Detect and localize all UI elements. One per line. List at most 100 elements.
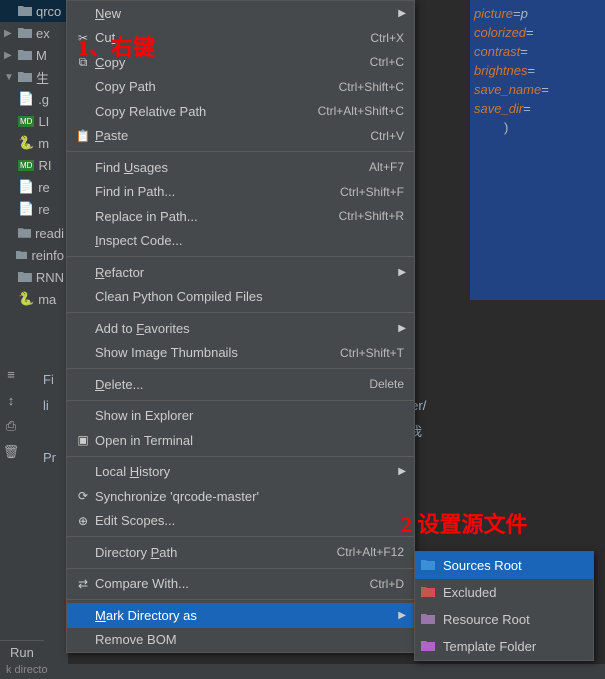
menu-item-replace-in-path[interactable]: Replace in Path... Ctrl+Shift+R — [67, 204, 414, 229]
menu-label: Synchronize 'qrcode-master' — [93, 489, 404, 504]
menu-label: Copy Relative Path — [93, 104, 318, 119]
menu-item-new[interactable]: New ▶ — [67, 1, 414, 26]
menu-icon: ⟳ — [73, 489, 93, 503]
menu-item-clean-python-compiled-files[interactable]: Clean Python Compiled Files — [67, 285, 414, 310]
menu-label: Clean Python Compiled Files — [93, 289, 404, 304]
run-tab[interactable]: Run — [0, 640, 44, 664]
shortcut: Delete — [369, 377, 404, 391]
code-paren: ) — [474, 118, 601, 137]
menu-item-remove-bom[interactable]: Remove BOM — [67, 628, 414, 653]
code-line: save_dir= — [474, 99, 601, 118]
menu-item-copy-path[interactable]: Copy Path Ctrl+Shift+C — [67, 75, 414, 100]
menu-item-compare-with[interactable]: ⇄ Compare With... Ctrl+D — [67, 572, 414, 597]
tree-item[interactable]: MDRI — [0, 154, 68, 176]
menu-item-find-usages[interactable]: Find Usages Alt+F7 — [67, 155, 414, 180]
submenu-item-resource-root[interactable]: Resource Root — [415, 606, 593, 633]
tree-item[interactable]: 🐍ma — [0, 288, 68, 310]
menu-item-open-in-terminal[interactable]: ▣ Open in Terminal — [67, 428, 414, 453]
tree-item[interactable]: RNN — [0, 266, 68, 288]
menu-label: Paste — [93, 128, 370, 143]
mark-directory-submenu[interactable]: Sources RootExcludedResource RootTemplat… — [414, 551, 594, 661]
tree-item[interactable]: 🐍m — [0, 132, 68, 154]
menu-item-add-to-favorites[interactable]: Add to Favorites ▶ — [67, 316, 414, 341]
submenu-arrow-icon: ▶ — [398, 466, 406, 477]
submenu-arrow-icon: ▶ — [398, 8, 406, 19]
menu-item-show-in-explorer[interactable]: Show in Explorer — [67, 404, 414, 429]
menu-item-copy-relative-path[interactable]: Copy Relative Path Ctrl+Alt+Shift+C — [67, 99, 414, 124]
tool-icon[interactable]: ⎙ — [1, 416, 21, 436]
menu-item-show-image-thumbnails[interactable]: Show Image Thumbnails Ctrl+Shift+T — [67, 341, 414, 366]
menu-label: Delete... — [93, 377, 369, 392]
submenu-arrow-icon: ▶ — [398, 610, 406, 621]
menu-label: Open in Terminal — [93, 433, 404, 448]
menu-item-synchronize-qrcode-master[interactable]: ⟳ Synchronize 'qrcode-master' — [67, 484, 414, 509]
gutter-toolbar: ≡ ↕ ⎙ 🗑 — [0, 360, 24, 466]
folder-icon — [421, 640, 437, 654]
tree-item[interactable]: MDLI — [0, 110, 68, 132]
tree-item[interactable]: qrco — [0, 0, 68, 22]
menu-label: Show in Explorer — [93, 408, 404, 423]
menu-item-directory-path[interactable]: Directory Path Ctrl+Alt+F12 — [67, 540, 414, 565]
menu-label: Local History — [93, 464, 404, 479]
submenu-item-excluded[interactable]: Excluded — [415, 579, 593, 606]
annotation-2: 2 设置源文件 — [401, 507, 528, 539]
menu-label: Refactor — [93, 265, 404, 280]
tree-item[interactable]: reinfo — [0, 244, 68, 266]
code-line: save_name= — [474, 80, 601, 99]
menu-item-mark-directory-as[interactable]: Mark Directory as ▶ — [67, 603, 414, 628]
menu-item-delete[interactable]: Delete... Delete — [67, 372, 414, 397]
tree-item[interactable]: ▶M — [0, 44, 68, 66]
menu-label: Mark Directory as — [93, 608, 404, 623]
menu-item-inspect-code[interactable]: Inspect Code... — [67, 229, 414, 254]
submenu-arrow-icon: ▶ — [398, 267, 406, 278]
submenu-item-sources-root[interactable]: Sources Root — [415, 552, 593, 579]
menu-item-find-in-path[interactable]: Find in Path... Ctrl+Shift+F — [67, 180, 414, 205]
shortcut: Ctrl+Alt+Shift+C — [318, 104, 404, 118]
shortcut: Ctrl+Shift+F — [340, 185, 404, 199]
shortcut: Ctrl+D — [370, 577, 404, 591]
menu-icon: 📋 — [73, 129, 93, 143]
tool-icon[interactable]: ≡ — [1, 364, 21, 384]
menu-label: Replace in Path... — [93, 209, 339, 224]
shortcut: Ctrl+Shift+C — [339, 80, 404, 94]
code-line: li — [43, 393, 56, 419]
tree-item[interactable]: ▶ex — [0, 22, 68, 44]
menu-label: Compare With... — [93, 576, 370, 591]
code-line: brightnes= — [474, 61, 601, 80]
menu-label: Find Usages — [93, 160, 369, 175]
code-line: Fi — [43, 367, 56, 393]
folder-icon — [421, 559, 437, 573]
menu-item-local-history[interactable]: Local History ▶ — [67, 460, 414, 485]
submenu-item-template-folder[interactable]: Template Folder — [415, 633, 593, 660]
tree-item[interactable]: readi — [0, 222, 68, 244]
shortcut: Alt+F7 — [369, 160, 404, 174]
code-editor-left[interactable]: Fi de-master/生成我的 li Pr — [43, 367, 56, 471]
menu-item-refactor[interactable]: Refactor ▶ — [67, 260, 414, 285]
code-editor-right[interactable]: picture=pcolorized=contrast=brightnes=sa… — [470, 0, 605, 300]
menu-label: Copy Path — [93, 79, 339, 94]
annotation-1: 1、右键 — [78, 30, 155, 62]
tool-icon[interactable]: ↕ — [1, 390, 21, 410]
tree-item[interactable]: 📄.g — [0, 88, 68, 110]
context-menu[interactable]: New ▶✂ Cut Ctrl+X ⧉ Copy Ctrl+C Copy Pat… — [66, 0, 415, 653]
code-line: contrast= — [474, 42, 601, 61]
shortcut: Ctrl+V — [370, 129, 404, 143]
menu-item-edit-scopes[interactable]: ⊕ Edit Scopes... — [67, 509, 414, 534]
tree-item[interactable]: 📄re — [0, 176, 68, 198]
menu-label: Add to Favorites — [93, 321, 404, 336]
status-bar: k directo — [0, 664, 605, 679]
tool-icon[interactable]: 🗑 — [1, 442, 21, 462]
shortcut: Ctrl+Shift+T — [340, 346, 404, 360]
code-line: colorized= — [474, 23, 601, 42]
code-line: Pr — [43, 445, 56, 471]
menu-label: Find in Path... — [93, 184, 340, 199]
menu-label: Remove BOM — [93, 632, 404, 647]
shortcut: Ctrl+Alt+F12 — [337, 545, 404, 559]
shortcut: Ctrl+X — [370, 31, 404, 45]
tree-item[interactable]: ▼生 — [0, 66, 68, 88]
menu-item-paste[interactable]: 📋 Paste Ctrl+V — [67, 124, 414, 149]
menu-label: New — [93, 6, 404, 21]
project-tree[interactable]: qrco▶ex▶M▼生📄.gMDLI🐍mMDRI📄re📄re readirein… — [0, 0, 68, 679]
submenu-arrow-icon: ▶ — [398, 323, 406, 334]
tree-item[interactable]: 📄re — [0, 198, 68, 220]
